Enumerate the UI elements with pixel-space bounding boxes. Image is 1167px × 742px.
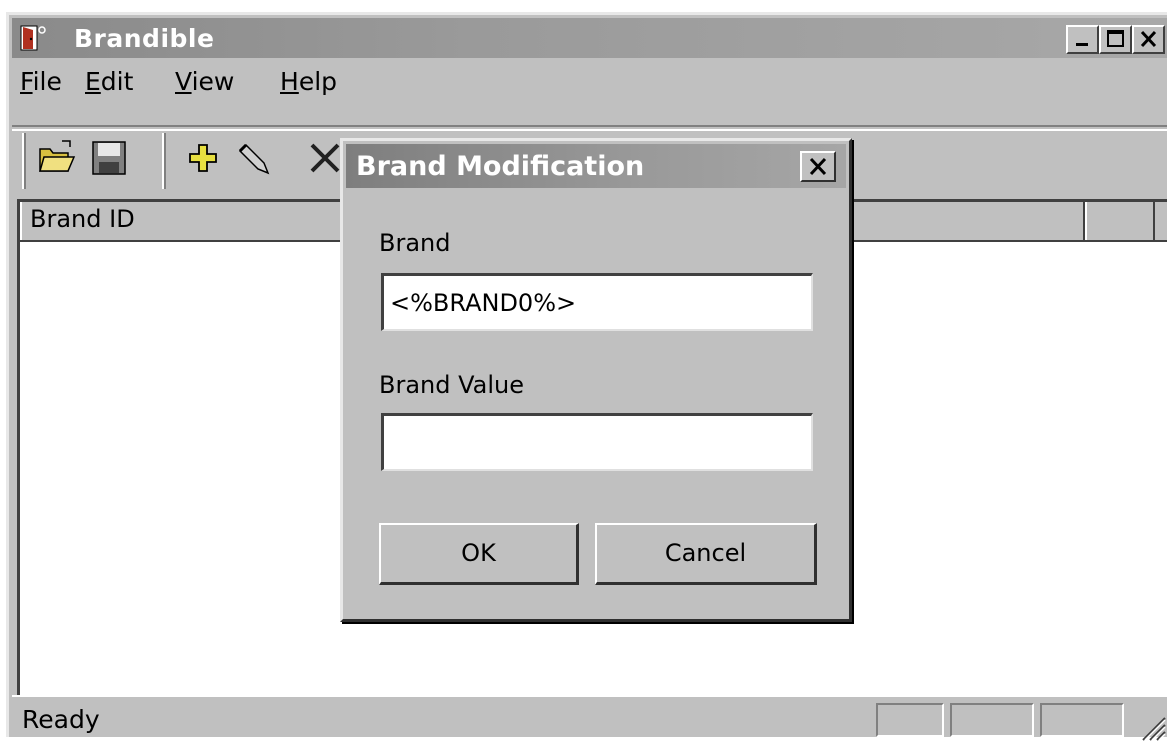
- menu-help[interactable]: Help: [280, 67, 337, 96]
- save-disk-icon: [92, 141, 126, 175]
- dialog-close-button[interactable]: [800, 151, 836, 182]
- add-button[interactable]: [180, 135, 226, 181]
- open-button[interactable]: [34, 135, 80, 181]
- brand-label: Brand: [379, 229, 451, 257]
- save-button[interactable]: [86, 135, 132, 181]
- title-bar[interactable]: Brandible: [12, 18, 1167, 58]
- status-pane-2: [950, 703, 1034, 737]
- column-header-extra[interactable]: [1085, 202, 1155, 240]
- resize-grip-icon[interactable]: [1137, 712, 1167, 742]
- toolbar-grip[interactable]: [22, 133, 26, 189]
- brand-input[interactable]: [381, 273, 813, 331]
- status-pane-3: [1040, 703, 1124, 737]
- maximize-button[interactable]: [1099, 25, 1132, 54]
- app-door-icon: [20, 25, 46, 51]
- toolbar-divider: [162, 133, 166, 189]
- menu-edit[interactable]: Edit: [85, 67, 133, 96]
- close-icon: [809, 157, 827, 176]
- brand-modification-dialog: Brand Modification Brand Brand Value OK …: [340, 138, 852, 622]
- minimize-button[interactable]: [1066, 25, 1099, 54]
- dialog-title: Brand Modification: [356, 151, 645, 182]
- status-pane-1: [876, 703, 944, 737]
- open-folder-icon: [39, 140, 76, 172]
- brand-value-input[interactable]: [381, 413, 813, 471]
- menu-bar: File Edit View Help: [12, 61, 1167, 101]
- menu-file[interactable]: File: [20, 67, 62, 96]
- status-text: Ready: [22, 705, 100, 734]
- maximize-icon: [1107, 30, 1124, 47]
- minimize-icon: [1076, 43, 1088, 46]
- edit-button[interactable]: [234, 135, 280, 181]
- dialog-title-bar[interactable]: Brand Modification: [346, 144, 846, 188]
- close-icon: [1140, 30, 1157, 48]
- close-button[interactable]: [1132, 25, 1165, 54]
- brand-value-label: Brand Value: [379, 371, 525, 399]
- window-title: Brandible: [74, 24, 215, 53]
- edit-pen-icon: [238, 143, 270, 175]
- menu-view[interactable]: View: [175, 67, 234, 96]
- ok-button[interactable]: OK: [379, 523, 579, 585]
- cancel-button[interactable]: Cancel: [595, 523, 817, 585]
- add-plus-icon: [189, 144, 217, 172]
- status-bar: Ready: [12, 695, 1167, 742]
